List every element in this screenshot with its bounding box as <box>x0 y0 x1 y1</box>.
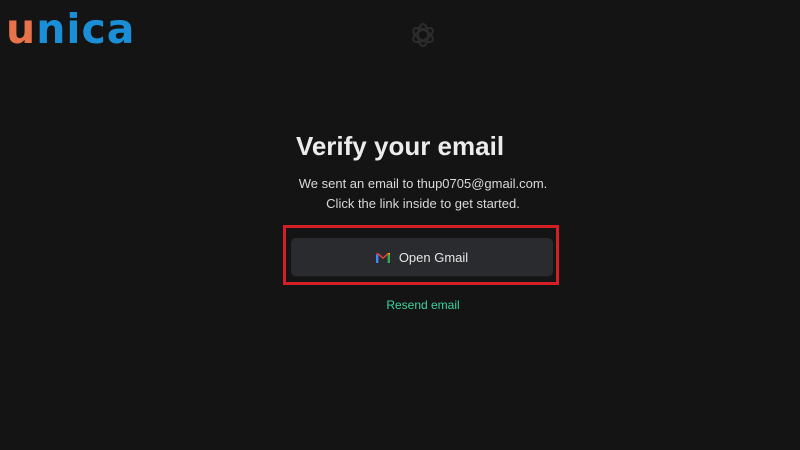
open-gmail-label: Open Gmail <box>398 249 469 265</box>
logo-letter-u: u <box>6 5 37 53</box>
unica-watermark-logo: u nica <box>6 2 135 50</box>
gmail-icon <box>375 252 390 263</box>
open-gmail-button[interactable]: Open Gmail <box>291 238 553 276</box>
verify-description: We sent an email to thup0705@gmail.com. … <box>0 174 800 214</box>
resend-email-link[interactable]: Resend email <box>0 298 800 312</box>
page-title: Verify your email <box>295 131 505 161</box>
verify-email-page: u nica Verify your email We sent an email… <box>0 0 800 450</box>
logo-letters-nica: nica <box>36 5 136 53</box>
sent-email-line: We sent an email to thup0705@gmail.com. <box>298 176 548 191</box>
instruction-line: Click the link inside to get started. <box>326 196 520 211</box>
openai-logo-icon <box>412 23 434 47</box>
